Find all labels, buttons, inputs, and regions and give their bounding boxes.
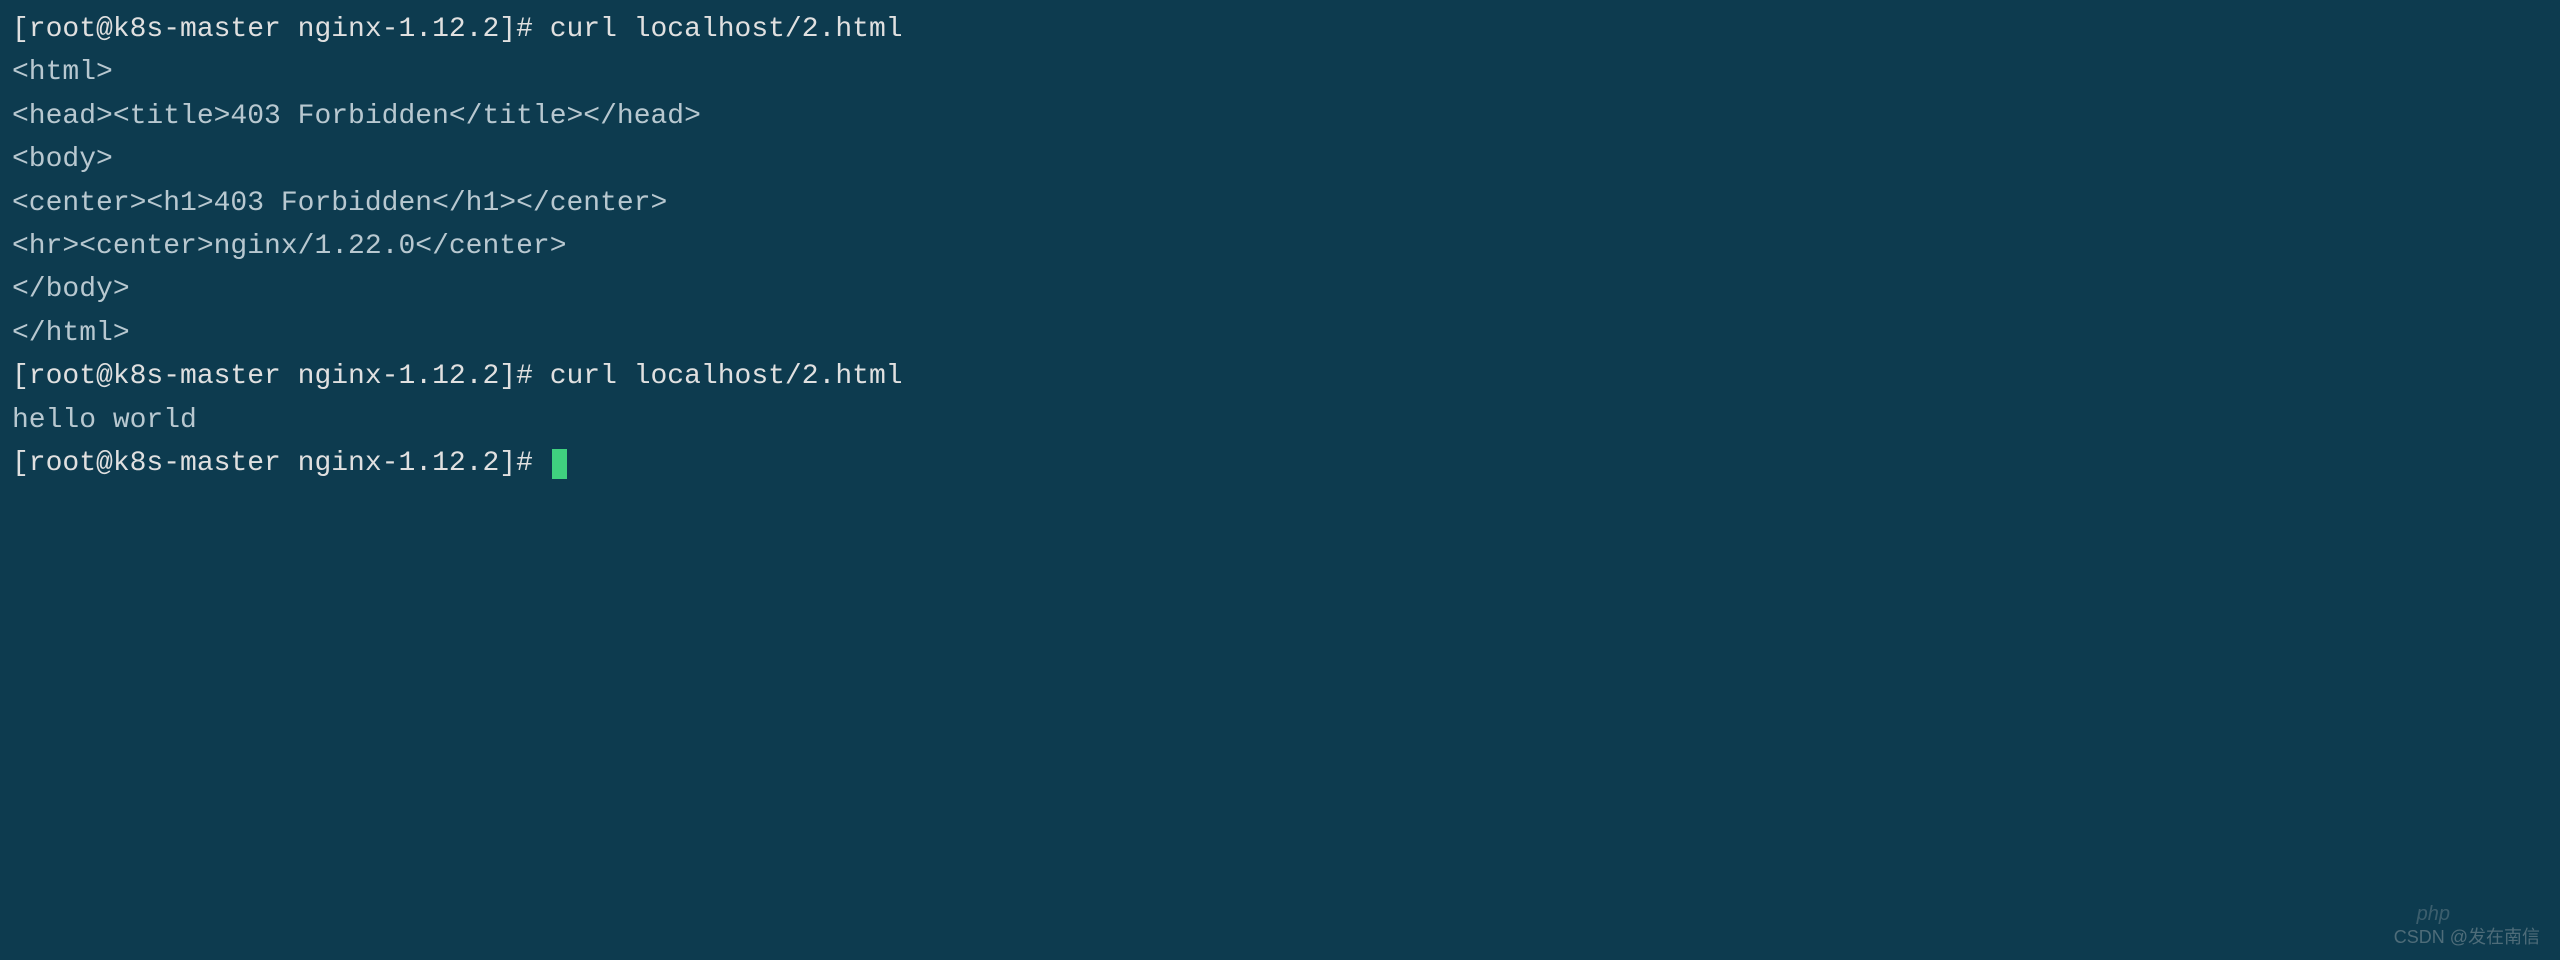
terminal-line-command: [root@k8s-master nginx-1.12.2]# curl loc… [12, 355, 2548, 398]
terminal-line-output: <hr><center>nginx/1.22.0</center> [12, 225, 2548, 268]
terminal-line-output: <head><title>403 Forbidden</title></head… [12, 95, 2548, 138]
prompt-text: [root@k8s-master nginx-1.12.2]# [12, 448, 550, 479]
watermark-text: CSDN @发在南信 [2394, 924, 2540, 952]
terminal-line-prompt[interactable]: [root@k8s-master nginx-1.12.2]# [12, 442, 2548, 485]
terminal-line-command: [root@k8s-master nginx-1.12.2]# curl loc… [12, 8, 2548, 51]
terminal-line-output: hello world [12, 399, 2548, 442]
terminal-line-output: </body> [12, 268, 2548, 311]
terminal-line-output: <body> [12, 138, 2548, 181]
terminal-window[interactable]: [root@k8s-master nginx-1.12.2]# curl loc… [12, 8, 2548, 485]
terminal-line-output: </html> [12, 312, 2548, 355]
terminal-line-output: <center><h1>403 Forbidden</h1></center> [12, 182, 2548, 225]
terminal-line-output: <html> [12, 51, 2548, 94]
cursor-icon [552, 449, 567, 479]
